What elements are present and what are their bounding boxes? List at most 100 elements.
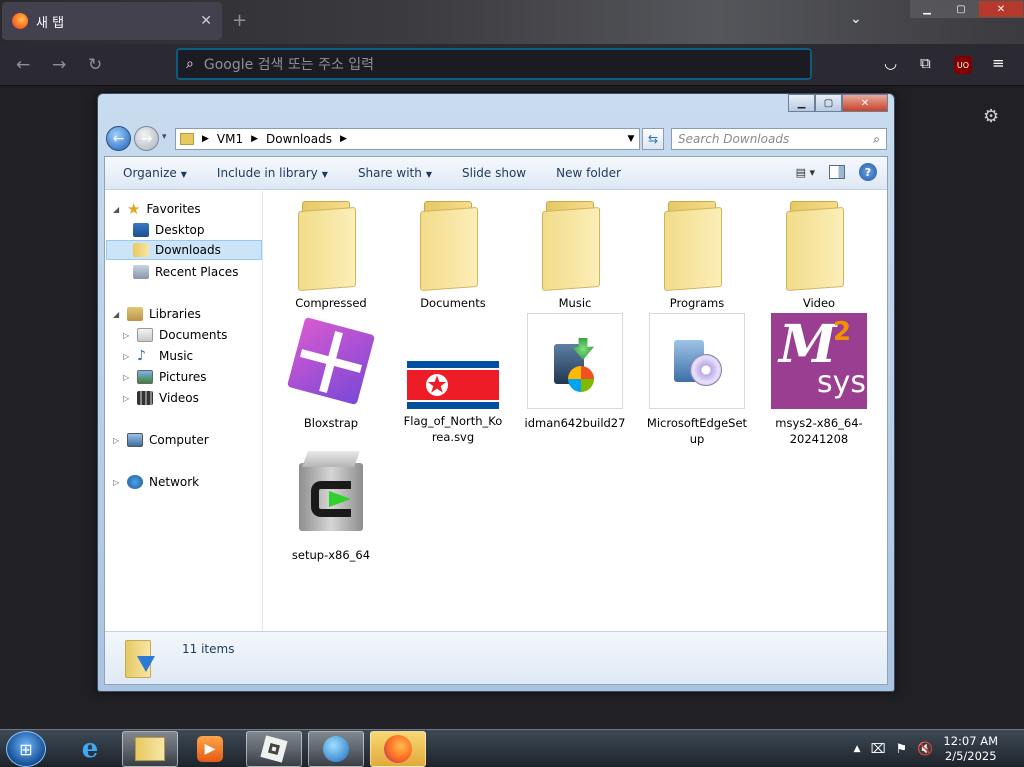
pocket-icon[interactable]: ◡ [884,54,897,72]
maximize-icon[interactable]: ▢ [815,94,842,112]
include-in-library-button[interactable]: Include in library ▼ [217,166,328,180]
nav-computer[interactable]: ▷ Computer [113,430,209,450]
share-with-button[interactable]: Share with ▼ [358,166,432,180]
nav-desktop[interactable]: Desktop [133,220,205,240]
nav-music[interactable]: ▷ ♪ Music [123,346,193,366]
menu-icon[interactable]: ≡ [992,54,1005,72]
collapsed-arrow-icon[interactable]: ▷ [123,352,131,361]
collapsed-arrow-icon[interactable]: ▷ [123,394,131,403]
browser-tab-strip: 새 탭 ✕ + ⌄ ▁ ▢ ✕ [0,0,1024,44]
file-item-documents[interactable]: Documents [398,199,508,311]
file-item-bloxstrap[interactable]: Bloxstrap [276,313,386,431]
recent-pages-icon[interactable]: ▾ [162,132,167,142]
slide-show-button[interactable]: Slide show [462,166,526,180]
action-center-flag-icon[interactable]: ⚑ [896,742,908,757]
folder-icon [662,199,732,292]
taskbar-media-player[interactable]: ▶ [182,731,238,767]
file-item-compressed[interactable]: Compressed [276,199,386,311]
nav-downloads-label: Downloads [155,243,221,257]
nav-network[interactable]: ▷ Network [113,472,199,492]
folder-icon [135,737,165,761]
maximize-icon[interactable]: ▢ [944,0,978,18]
close-icon[interactable]: ✕ [200,13,212,29]
file-item-flag-north-korea[interactable]: Flag_of_North_Korea.svg [398,313,508,445]
organize-button[interactable]: Organize ▼ [123,166,187,180]
file-item-programs[interactable]: Programs [642,199,752,311]
collapsed-arrow-icon[interactable]: ▷ [123,373,131,382]
breadcrumb-separator-icon[interactable]: ▶ [251,134,258,144]
file-item-msys2[interactable]: M 2 sys msys2-x86_64-20241208 [764,313,874,447]
breadcrumb-separator-icon[interactable]: ▶ [202,134,209,144]
file-item-video[interactable]: Video [764,199,874,311]
nav-recent-places-label: Recent Places [155,265,239,279]
back-button[interactable]: ← [106,126,131,151]
help-icon[interactable]: ? [859,163,877,181]
nav-pictures[interactable]: ▷ Pictures [123,367,207,387]
reload-icon[interactable]: ↻ [88,55,102,75]
forward-button[interactable]: → [134,126,159,151]
collapsed-arrow-icon[interactable]: ▷ [113,436,121,445]
minimize-icon[interactable]: ▁ [788,94,815,112]
close-icon[interactable]: ✕ [842,94,888,112]
taskbar-roblox[interactable] [246,731,302,767]
nav-videos[interactable]: ▷ Videos [123,388,199,408]
expanded-arrow-icon[interactable]: ◢ [113,310,121,319]
show-hidden-icons-icon[interactable]: ▲ [854,744,861,754]
extensions-icon[interactable]: ⧉ [920,54,931,72]
file-item-idman[interactable]: idman642build27 [520,313,630,431]
nav-music-label: Music [159,349,194,363]
start-button[interactable]: ⊞ [6,731,46,767]
ublock-icon[interactable]: UO [954,56,972,74]
firefox-logo-icon [384,735,412,763]
chevron-down-icon[interactable]: ▼ [623,134,639,144]
forward-arrow-icon[interactable]: → [52,55,66,75]
search-icon: ⌕ [186,56,194,72]
taskbar-idm[interactable] [308,731,364,767]
collapsed-arrow-icon[interactable]: ▷ [123,331,131,340]
file-item-music[interactable]: Music [520,199,630,311]
chevron-down-icon[interactable]: ⌄ [850,11,862,27]
breadcrumb-downloads[interactable]: Downloads [266,132,332,146]
nav-favorites[interactable]: ◢ ★ Favorites [113,199,201,219]
star-icon: ★ [127,200,141,218]
media-player-icon: ▶ [197,736,223,762]
search-input[interactable]: Search Downloads ⌕ [671,128,887,150]
include-in-library-label: Include in library [216,166,318,180]
volume-muted-icon[interactable]: 🔇 [917,742,933,757]
preview-pane-icon[interactable] [829,165,845,179]
file-item-setup-x86-64[interactable]: setup-x86_64 [276,445,386,563]
plus-icon[interactable]: + [232,10,247,31]
taskbar-firefox[interactable] [370,731,426,767]
search-placeholder: Search Downloads [678,132,790,146]
breadcrumb-vm1[interactable]: VM1 [217,132,243,146]
view-options-icon[interactable]: ▤ ▾ [796,166,815,179]
minimize-icon[interactable]: ▁ [910,0,944,18]
taskbar-internet-explorer[interactable]: e [62,731,118,767]
nav-libraries[interactable]: ◢ Libraries [113,304,201,324]
refresh-button[interactable]: ⇆ [642,128,664,150]
network-status-icon[interactable]: ⌧ [871,742,886,757]
nav-recent-places[interactable]: Recent Places [133,262,238,282]
back-arrow-icon[interactable]: ← [16,55,30,75]
computer-icon [127,433,143,447]
breadcrumb-separator-icon[interactable]: ▶ [340,134,347,144]
nav-pictures-label: Pictures [159,370,207,384]
file-item-microsoft-edge-setup[interactable]: MicrosoftEdgeSetup [642,313,752,447]
nav-documents[interactable]: ▷ Documents [123,325,227,345]
flag-svg [407,361,499,409]
clock[interactable]: 12:07 AM 2/5/2025 [943,734,998,764]
browser-tab-new-tab[interactable]: 새 탭 ✕ [2,2,222,40]
chevron-down-icon: ▼ [425,170,432,179]
gear-icon[interactable]: ⚙ [983,106,999,127]
expanded-arrow-icon[interactable]: ◢ [113,205,121,214]
taskbar-windows-explorer[interactable] [122,731,178,767]
nav-downloads[interactable]: Downloads [106,240,262,260]
clock-time: 12:07 AM [943,734,998,748]
close-icon[interactable]: ✕ [978,0,1024,18]
new-folder-button[interactable]: New folder [556,166,621,180]
address-bar[interactable]: ▶ VM1 ▶ Downloads ▶ ▼ [175,128,640,150]
north-korea-flag-icon [407,361,499,409]
url-bar[interactable]: ⌕ Google 검색 또는 주소 입력 [176,48,812,80]
videos-icon [137,391,153,405]
collapsed-arrow-icon[interactable]: ▷ [113,478,121,487]
